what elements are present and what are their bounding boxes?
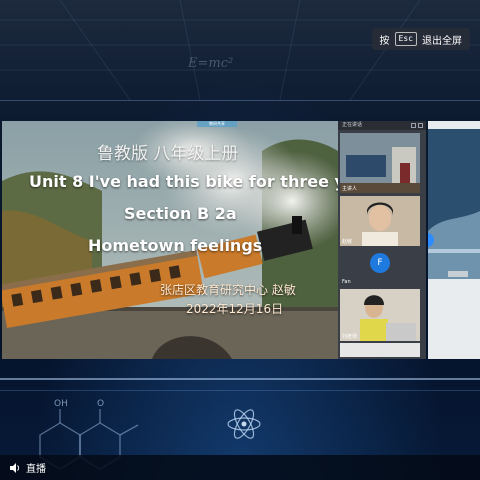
bottom-control-bar: 直播	[0, 455, 480, 480]
perspective-grid	[0, 0, 480, 101]
esc-suffix: 退出全屏	[422, 35, 462, 47]
participant-avatar[interactable]: F	[370, 253, 390, 273]
participant-name: 刘老师	[342, 334, 358, 340]
esc-key: Esc	[394, 32, 417, 46]
speaker-icon	[10, 462, 20, 473]
slide-presenter: 张店区教育研究中心 赵敏	[160, 283, 296, 297]
slide-title: 鲁教版 八年级上册	[97, 144, 239, 164]
oxygen-label: O	[97, 399, 104, 409]
participant-tile[interactable]: 赵敏	[340, 196, 420, 246]
live-button[interactable]: 直播	[9, 460, 46, 475]
participant-name: 赵敏	[342, 239, 353, 245]
hydroxyl-label: OH	[54, 399, 68, 409]
live-video-frame[interactable]: 教研共享 鲁教版 八年级上册 Unit 8 I've had this bike…	[2, 121, 426, 359]
panel-window-controls[interactable]	[411, 123, 423, 128]
participant-tile[interactable]: 刘老师	[340, 289, 420, 341]
slide-section: Section B 2a	[124, 204, 237, 223]
classroom-video	[340, 133, 420, 193]
landscape-preview	[428, 121, 480, 359]
formula-watermark: E=mc²	[188, 56, 234, 71]
panel-header-label: 正在讲话	[342, 122, 363, 128]
maximize-icon[interactable]	[418, 123, 423, 128]
panel-header: 正在讲话	[338, 121, 426, 130]
exit-fullscreen-hint: 按 Esc 退出全屏	[371, 28, 470, 50]
slide-topic: Hometown feelings	[88, 236, 263, 255]
minimize-icon[interactable]	[411, 123, 416, 128]
screen-preview[interactable]: ›	[428, 121, 480, 359]
participant-name: 主讲人	[342, 186, 358, 192]
divider-line	[0, 378, 480, 380]
live-label: 直播	[26, 464, 46, 475]
esc-prefix: 按	[379, 35, 390, 47]
slide-unit: Unit 8 I've had this bike for three ye	[29, 172, 356, 191]
participant-panel: 正在讲话 主讲人 赵敏 F Fan 刘老师	[338, 121, 426, 359]
participant-tile[interactable]: 主讲人	[340, 133, 420, 193]
divider-line	[0, 390, 480, 391]
slide-date: 2022年12月16日	[186, 302, 284, 316]
atom-icon	[227, 409, 261, 439]
panel-footer	[340, 343, 420, 357]
slide-topbar: 教研共享	[197, 121, 237, 127]
